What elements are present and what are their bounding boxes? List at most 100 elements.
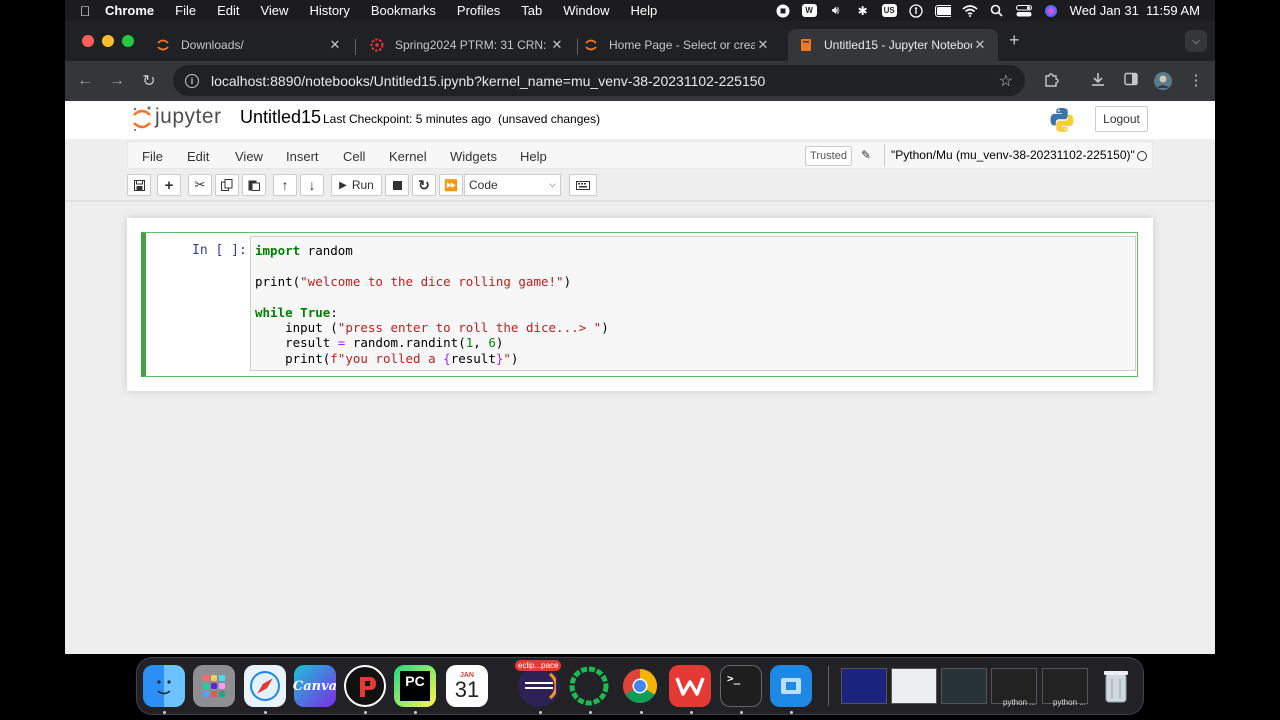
jupyter-logo[interactable]: jupyter (131, 105, 222, 132)
reload-icon[interactable]: ↻ (133, 71, 165, 91)
move-up-icon[interactable]: ↑ (273, 174, 297, 196)
tab-home-page[interactable]: Home Page - Select or create ✕ (573, 29, 781, 61)
nb-menu-help[interactable]: Help (520, 149, 547, 164)
insert-cell-icon[interactable]: + (157, 174, 181, 196)
kernel-name[interactable]: "Python/Mu (mu_venv-38-20231102-225150)" (884, 144, 1135, 166)
close-tab-icon[interactable]: ✕ (327, 37, 343, 53)
close-tab-icon[interactable]: ✕ (549, 37, 565, 53)
launchpad-icon[interactable] (193, 665, 235, 707)
nb-menu-widgets[interactable]: Widgets (450, 149, 497, 164)
macos-menu-bar:  Chrome File Edit View History Bookmark… (65, 0, 1215, 21)
eclipse-icon[interactable] (518, 665, 560, 707)
nb-menu-insert[interactable]: Insert (286, 149, 319, 164)
menu-view[interactable]: View (260, 3, 288, 18)
forward-icon[interactable]: → (101, 72, 133, 90)
extensions-icon[interactable] (1041, 71, 1061, 91)
finder-icon[interactable] (143, 665, 185, 707)
menu-window[interactable]: Window (563, 3, 609, 18)
tab-downloads[interactable]: Downloads/ ✕ (145, 29, 353, 61)
header-divider (65, 200, 1215, 202)
menu-history[interactable]: History (309, 3, 349, 18)
minimized-window-thumbnail[interactable] (841, 668, 887, 704)
menu-file[interactable]: File (175, 3, 196, 18)
terminal-icon[interactable]: >_ (720, 665, 762, 707)
minimized-window-thumbnail[interactable] (941, 668, 987, 704)
avatar[interactable] (1153, 71, 1173, 95)
new-tab-icon[interactable]: + (1009, 30, 1020, 51)
apple-icon[interactable]:  (65, 3, 105, 19)
calendar-icon[interactable]: JAN 31 (446, 665, 488, 707)
minimized-window-thumbnail[interactable] (891, 668, 937, 704)
more-menu-icon[interactable]: ⋮ (1186, 71, 1206, 89)
pixel-app-icon[interactable] (344, 665, 386, 707)
control-center-icon[interactable] (1015, 4, 1032, 18)
wps-office-icon[interactable] (669, 665, 711, 707)
nb-menu-file[interactable]: File (142, 149, 163, 164)
tab-search-chevron-icon[interactable]: ⌵ (1185, 30, 1207, 52)
keyboard-icon[interactable] (569, 174, 597, 196)
chevron-down-icon: ⌵ (549, 179, 556, 189)
address-url[interactable]: localhost:8890/notebooks/Untitled15.ipyn… (211, 73, 765, 89)
siri-icon[interactable] (1043, 4, 1059, 18)
accessibility-icon[interactable] (908, 3, 924, 18)
restart-run-all-icon[interactable]: ⏩ (439, 174, 463, 196)
bluetooth-icon[interactable]: ✱ (855, 4, 871, 18)
us-keyboard-icon[interactable]: US (881, 4, 897, 17)
circle-app-icon[interactable] (568, 665, 610, 707)
pycharm-icon[interactable]: PC (394, 665, 436, 707)
nb-menu-edit[interactable]: Edit (187, 149, 209, 164)
volume-icon[interactable]: 🔊︎ (828, 3, 844, 18)
notebook-title[interactable]: Untitled15 (240, 107, 321, 128)
nb-menu-cell[interactable]: Cell (343, 149, 365, 164)
battery-icon[interactable] (934, 4, 951, 18)
tab-canvas[interactable]: Spring2024 PTRM: 31 CRN: 2 ✕ (359, 29, 575, 61)
code-editor[interactable]: import random print("welcome to the dice… (250, 236, 1136, 371)
spotlight-icon[interactable] (989, 4, 1005, 18)
logout-button[interactable]: Logout (1095, 106, 1148, 132)
migration-assistant-icon[interactable] (770, 665, 812, 707)
trusted-badge[interactable]: Trusted (805, 146, 852, 166)
paste-icon[interactable] (242, 174, 266, 196)
zoom-window-button[interactable] (122, 35, 134, 47)
cut-icon[interactable]: ✂ (188, 174, 212, 196)
tab-untitled15[interactable]: Untitled15 - Jupyter Noteboo ✕ (788, 29, 998, 61)
nb-menu-view[interactable]: View (235, 149, 263, 164)
copy-icon[interactable] (215, 174, 239, 196)
bookmark-star-icon[interactable]: ☆ (999, 71, 1013, 91)
code-line: print("welcome to the dice rolling game!… (255, 273, 572, 289)
jupyter-logo-icon (131, 105, 151, 132)
site-info-icon[interactable]: i (185, 73, 199, 88)
cell-type-select[interactable]: Code ⌵ (464, 174, 561, 196)
menu-app-name[interactable]: Chrome (105, 3, 154, 18)
menu-edit[interactable]: Edit (217, 3, 239, 18)
minimize-window-button[interactable] (102, 35, 114, 47)
close-tab-icon[interactable]: ✕ (972, 37, 988, 53)
trash-icon[interactable] (1095, 665, 1137, 707)
download-icon[interactable] (1088, 71, 1108, 91)
side-panel-icon[interactable] (1121, 71, 1141, 91)
record-icon[interactable] (775, 4, 791, 18)
menu-profiles[interactable]: Profiles (457, 3, 500, 18)
address-bar[interactable]: i localhost:8890/notebooks/Untitled15.ip… (173, 65, 1025, 96)
wps-icon[interactable]: W (801, 4, 817, 17)
menu-help[interactable]: Help (631, 3, 658, 18)
chrome-icon[interactable] (619, 665, 661, 707)
stop-icon[interactable] (385, 174, 409, 196)
calendar-day: 31 (454, 676, 480, 702)
menu-bookmarks[interactable]: Bookmarks (371, 3, 436, 18)
canva-icon[interactable]: Canva (293, 665, 337, 707)
save-icon[interactable] (127, 174, 151, 196)
run-button[interactable]: ▶ Run (331, 174, 382, 196)
close-window-button[interactable] (82, 35, 94, 47)
wifi-icon[interactable] (962, 4, 978, 18)
clock[interactable]: Wed Jan 31 11:59 AM (1070, 3, 1200, 18)
nb-menu-kernel[interactable]: Kernel (389, 149, 427, 164)
menu-tab[interactable]: Tab (521, 3, 542, 18)
restart-icon[interactable]: ↻ (412, 174, 436, 196)
back-icon[interactable]: ← (69, 72, 101, 90)
pencil-icon[interactable]: ✎ (861, 148, 871, 162)
close-tab-icon[interactable]: ✕ (755, 37, 771, 53)
move-down-icon[interactable]: ↓ (300, 174, 324, 196)
safari-icon[interactable] (244, 665, 286, 707)
code-cell[interactable]: In [ ]: import random print("welcome to … (141, 232, 1138, 377)
